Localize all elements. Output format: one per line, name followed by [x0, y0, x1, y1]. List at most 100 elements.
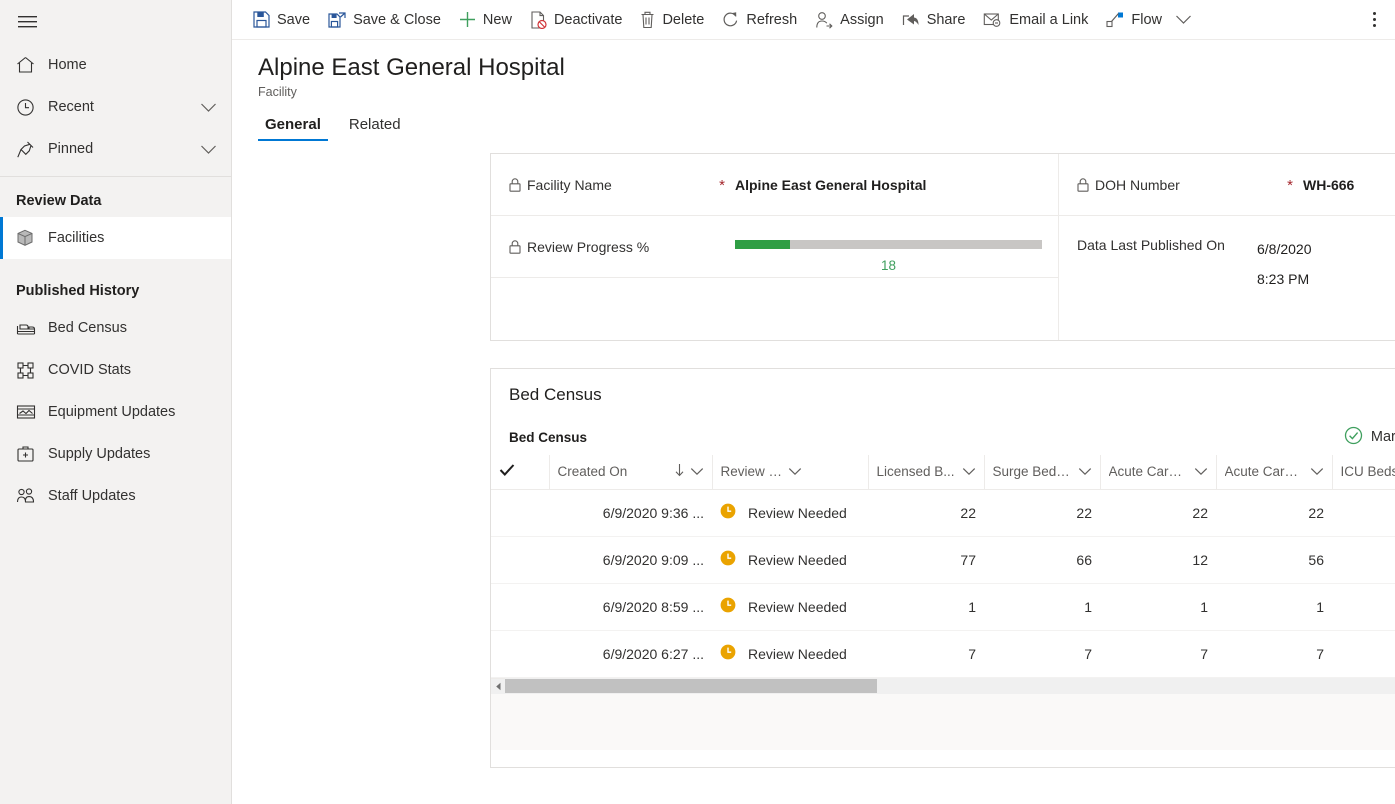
cell-licensed-beds: 1	[868, 583, 984, 630]
row-select-cell[interactable]	[491, 536, 549, 583]
delete-button[interactable]: Delete	[631, 2, 713, 38]
doh-number-value[interactable]: WH-666	[1303, 176, 1354, 193]
sidebar-item-facilities[interactable]: Facilities	[0, 217, 231, 259]
cell-icu-beds-1: 20	[1332, 536, 1395, 583]
save-button[interactable]: Save	[244, 2, 319, 38]
new-button[interactable]: New	[450, 2, 521, 38]
facility-name-value[interactable]: Alpine East General Hospital	[735, 176, 926, 193]
command-label: Flow	[1131, 12, 1162, 28]
required-indicator: *	[709, 176, 735, 194]
mark-complete-button[interactable]: Mark Complete	[1334, 420, 1395, 455]
chevron-down-icon[interactable]	[788, 464, 802, 479]
flow-button[interactable]: Flow	[1097, 2, 1171, 38]
horizontal-scrollbar[interactable]	[491, 678, 1395, 694]
column-header-review-status[interactable]: Review Status	[712, 455, 868, 489]
chevron-down-icon[interactable]	[1194, 464, 1208, 479]
clock-warning-icon	[720, 597, 736, 616]
chevron-down-icon[interactable]	[1310, 464, 1324, 479]
sidebar-item-bed-census[interactable]: Bed Census	[0, 307, 231, 349]
status-text: Review Needed	[748, 646, 847, 662]
refresh-button[interactable]: Refresh	[713, 2, 806, 38]
save-and-close-button[interactable]: Save & Close	[319, 2, 450, 38]
sidebar-item-recent[interactable]: Recent	[0, 86, 231, 128]
sidebar-group-title-published-history: Published History	[0, 267, 231, 307]
review-progress-control: 18	[735, 238, 1042, 273]
table-row[interactable]: 6/9/2020 8:59 ... Review Needed 1	[491, 583, 1395, 630]
row-select-cell[interactable]	[491, 583, 549, 630]
column-header-created-on[interactable]: Created On	[549, 455, 712, 489]
chevron-down-icon[interactable]	[690, 464, 704, 479]
field-doh-number: DOH Number * WH-666	[1059, 154, 1395, 216]
clock-icon	[16, 98, 48, 117]
published-on-date: 6/8/2020	[1257, 241, 1312, 257]
command-bar-overflow-button[interactable]	[1357, 2, 1391, 38]
deactivate-icon	[530, 11, 547, 29]
chevron-down-icon[interactable]	[200, 102, 217, 113]
pin-icon	[16, 140, 48, 159]
sidebar-item-supply-updates[interactable]: Supply Updates	[0, 433, 231, 475]
facility-name-label: Facility Name	[509, 176, 709, 197]
chevron-down-icon[interactable]	[200, 144, 217, 155]
sidebar-item-equipment-updates[interactable]: Equipment Updates	[0, 391, 231, 433]
email-a-link-button[interactable]: Email a Link	[974, 2, 1097, 38]
lock-icon	[1077, 178, 1089, 197]
published-on-time-row[interactable]: 8:23 PM	[1257, 264, 1395, 294]
hamburger-menu-button[interactable]	[0, 0, 231, 44]
table-row[interactable]: 6/9/2020 6:27 ... Review Needed 7	[491, 630, 1395, 677]
sidebar-item-label: Bed Census	[48, 320, 217, 336]
chevron-down-icon[interactable]	[962, 464, 976, 479]
field-label-text: DOH Number	[1095, 176, 1180, 195]
doh-number-label: DOH Number	[1077, 176, 1277, 197]
deactivate-button[interactable]: Deactivate	[521, 2, 632, 38]
scroll-left-icon[interactable]	[491, 682, 505, 691]
assign-button[interactable]: Assign	[806, 2, 893, 38]
column-header-icu-beds-1[interactable]: ICU Beds (...	[1332, 455, 1395, 489]
table-row[interactable]: 6/9/2020 9:09 ... Review Needed 77	[491, 536, 1395, 583]
sidebar-item-pinned[interactable]: Pinned	[0, 128, 231, 170]
subgrid-title: Bed Census	[509, 430, 587, 445]
sidebar-item-label: Supply Updates	[48, 446, 217, 462]
bed-census-subgrid-card: Bed Census Bed Census Mark Complete	[490, 368, 1395, 768]
equipment-icon	[16, 404, 48, 420]
plus-icon	[459, 11, 476, 28]
row-select-cell[interactable]	[491, 489, 549, 536]
review-progress-label: Review Progress %	[509, 238, 709, 259]
published-on-date-row[interactable]: 6/8/2020	[1257, 234, 1395, 264]
command-label: Delete	[662, 12, 704, 28]
lock-icon	[509, 240, 521, 259]
cell-surge-beds: 1	[984, 583, 1100, 630]
tab-general[interactable]: General	[258, 116, 328, 141]
cell-acute-care-2: 1	[1216, 583, 1332, 630]
cell-acute-care-1: 22	[1100, 489, 1216, 536]
command-label: Refresh	[746, 12, 797, 28]
flow-chevron-down-icon[interactable]	[1171, 14, 1196, 25]
column-label: Created On	[558, 464, 628, 479]
table-body: 6/9/2020 9:36 ... Review Needed 22	[491, 489, 1395, 677]
sidebar-item-covid-stats[interactable]: COVID Stats	[0, 349, 231, 391]
column-label: Acute Care ...	[1109, 464, 1190, 479]
share-button[interactable]: Share	[893, 2, 975, 38]
row-select-cell[interactable]	[491, 630, 549, 677]
more-vertical-icon	[1373, 12, 1376, 27]
column-header-surge-beds[interactable]: Surge Beds...	[984, 455, 1100, 489]
column-header-licensed-beds[interactable]: Licensed B...	[868, 455, 984, 489]
sidebar-item-home[interactable]: Home	[0, 44, 231, 86]
sidebar-group-title-review-data: Review Data	[0, 177, 231, 217]
chevron-down-icon[interactable]	[1078, 464, 1092, 479]
pagination-bar: Page 1	[491, 694, 1395, 750]
select-all-column-header[interactable]	[491, 455, 549, 489]
scrollbar-track[interactable]	[505, 678, 1395, 694]
scrollbar-thumb[interactable]	[505, 679, 877, 693]
cell-acute-care-2: 22	[1216, 489, 1332, 536]
refresh-icon	[722, 11, 739, 28]
column-header-acute-care-1[interactable]: Acute Care ...	[1100, 455, 1216, 489]
home-icon	[16, 56, 48, 74]
arrow-down-icon	[674, 463, 685, 480]
column-header-acute-care-2[interactable]: Acute Care ...	[1216, 455, 1332, 489]
created-on-sort-group	[674, 463, 704, 480]
email-link-icon	[983, 12, 1002, 28]
sidebar-item-staff-updates[interactable]: Staff Updates	[0, 475, 231, 517]
table-row[interactable]: 6/9/2020 9:36 ... Review Needed 22	[491, 489, 1395, 536]
tab-related[interactable]: Related	[342, 116, 408, 141]
cell-surge-beds: 66	[984, 536, 1100, 583]
